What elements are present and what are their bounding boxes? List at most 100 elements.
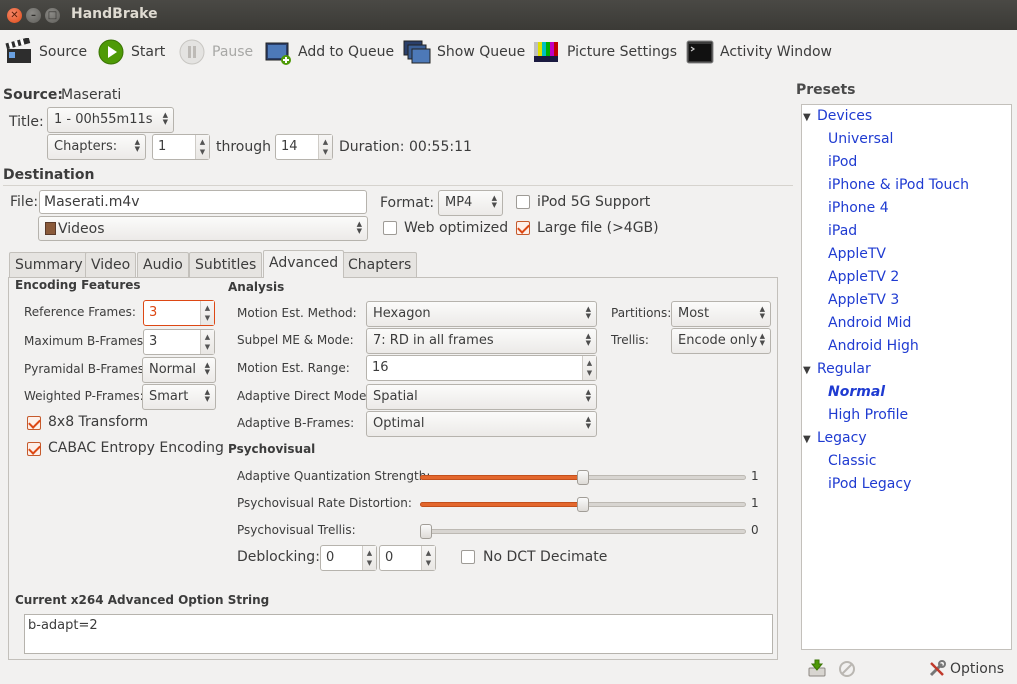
pyramidal-select[interactable]: Normal ▲ ▼	[142, 357, 216, 383]
deblock-alpha-spinner[interactable]: 0 ▲ ▼	[320, 545, 377, 571]
spinner-arrows-icon[interactable]: ▲ ▼	[421, 546, 435, 570]
source-button[interactable]: Source	[5, 36, 87, 68]
psytrellis-value: 0	[751, 523, 759, 537]
deblock-beta-spinner[interactable]: 0 ▲ ▼	[379, 545, 436, 571]
preset-ipod-legacy[interactable]: iPod Legacy	[828, 476, 911, 492]
partitions-value: Most	[678, 306, 710, 321]
preset-appletv[interactable]: AppleTV	[828, 246, 886, 262]
spinner-arrows-icon[interactable]: ▲ ▼	[200, 330, 214, 354]
transform-8x8-checkbox[interactable]	[27, 416, 41, 430]
expander-down-icon[interactable]: ▼	[803, 434, 811, 445]
preset-appletv-3[interactable]: AppleTV 3	[828, 292, 899, 308]
expander-down-icon[interactable]: ▼	[803, 112, 811, 123]
cabac-checkbox[interactable]	[27, 442, 41, 456]
picture-settings-button[interactable]: Picture Settings	[533, 36, 677, 68]
maximize-window-button[interactable]: □	[45, 8, 60, 23]
subpel-select[interactable]: 7: RD in all frames ▲ ▼	[366, 328, 597, 354]
close-window-button[interactable]: ✕	[7, 8, 22, 23]
spinner-arrows-icon[interactable]: ▲ ▼	[200, 301, 214, 325]
max-bframes-spinner[interactable]: 3 ▲ ▼	[143, 329, 215, 355]
preset-ipad[interactable]: iPad	[828, 223, 857, 239]
preset-universal[interactable]: Universal	[828, 131, 893, 147]
spin-arrows-icon: ▲ ▼	[585, 332, 591, 347]
web-optimized-label: Web optimized	[404, 220, 509, 236]
preset-iphone-ipod-touch[interactable]: iPhone & iPod Touch	[828, 177, 969, 193]
spinner-arrows-icon[interactable]: ▲ ▼	[318, 135, 332, 159]
deblock-beta-value: 0	[385, 550, 394, 565]
start-button[interactable]: Start	[97, 36, 165, 68]
me-method-select[interactable]: Hexagon ▲ ▼	[366, 301, 597, 327]
pause-button[interactable]: Pause	[178, 36, 253, 68]
preset-android-mid[interactable]: Android Mid	[828, 315, 911, 331]
weighted-select[interactable]: Smart ▲ ▼	[142, 384, 216, 410]
preset-android-high[interactable]: Android High	[828, 338, 919, 354]
spinner-arrows-icon[interactable]: ▲ ▼	[362, 546, 376, 570]
option-string-textarea[interactable]: b-adapt=2	[24, 614, 773, 654]
spinner-arrows-icon[interactable]: ▲ ▼	[195, 135, 209, 159]
preset-group-regular[interactable]: Regular	[817, 361, 871, 377]
preset-classic[interactable]: Classic	[828, 453, 876, 469]
ref-frames-spinner[interactable]: 3 ▲ ▼	[143, 300, 215, 326]
trellis-select[interactable]: Encode only ▲ ▼	[671, 328, 771, 354]
file-name-input[interactable]: Maserati.m4v	[39, 190, 367, 214]
folder-select[interactable]: Videos ▲ ▼	[38, 216, 368, 241]
format-select[interactable]: MP4 ▲ ▼	[438, 190, 503, 216]
chapter-end-spinner[interactable]: 14 ▲ ▼	[275, 134, 333, 160]
minimize-window-button[interactable]: –	[26, 8, 41, 23]
activity-window-button[interactable]: Activity Window	[686, 36, 832, 68]
spinner-arrows-icon[interactable]: ▲ ▼	[582, 356, 596, 380]
badapt-select[interactable]: Optimal ▲ ▼	[366, 411, 597, 437]
preset-group-legacy[interactable]: Legacy	[817, 430, 867, 446]
preset-appletv-2[interactable]: AppleTV 2	[828, 269, 899, 285]
tab-summary[interactable]: Summary	[9, 252, 89, 277]
spin-arrows-icon: ▲ ▼	[759, 332, 765, 347]
preset-high-profile[interactable]: High Profile	[828, 407, 908, 423]
partitions-select[interactable]: Most ▲ ▼	[671, 301, 771, 327]
cabac-label: CABAC Entropy Encoding	[48, 440, 224, 456]
slider-fill	[420, 475, 583, 480]
me-method-label: Motion Est. Method:	[237, 306, 357, 320]
me-range-spinner[interactable]: 16 ▲ ▼	[366, 355, 597, 381]
spin-arrows-icon: ▲ ▼	[204, 361, 210, 376]
chapter-start-value: 1	[158, 139, 167, 154]
tab-chapters[interactable]: Chapters	[342, 252, 418, 277]
aq-slider[interactable]	[420, 470, 746, 485]
direct-select[interactable]: Spatial ▲ ▼	[366, 384, 597, 410]
preset-normal[interactable]: Normal	[828, 384, 885, 400]
chapter-start-spinner[interactable]: 1 ▲ ▼	[152, 134, 210, 160]
show-queue-button[interactable]: Show Queue	[403, 36, 525, 68]
tab-video[interactable]: Video	[85, 252, 137, 277]
large-file-label: Large file (>4GB)	[537, 220, 659, 236]
show-queue-label: Show Queue	[437, 44, 526, 60]
slider-knob[interactable]	[420, 524, 432, 539]
tab-audio[interactable]: Audio	[137, 252, 189, 277]
tab-subtitles[interactable]: Subtitles	[189, 252, 263, 277]
web-optimized-checkbox[interactable]	[383, 221, 397, 235]
chapter-end-value: 14	[281, 139, 298, 154]
preset-iphone-4[interactable]: iPhone 4	[828, 200, 889, 216]
slider-knob[interactable]	[577, 470, 589, 485]
trellis-label: Trellis:	[611, 333, 649, 347]
tab-advanced[interactable]: Advanced	[263, 250, 345, 278]
large-file-checkbox[interactable]	[516, 221, 530, 235]
title-select[interactable]: 1 - 00h55m11s ▲ ▼	[47, 107, 174, 133]
expander-down-icon[interactable]: ▼	[803, 365, 811, 376]
no-dct-checkbox[interactable]	[461, 550, 475, 564]
presets-options-button[interactable]: Options	[928, 659, 1004, 679]
spin-arrows-icon: ▲ ▼	[585, 388, 591, 403]
color-bars-icon	[533, 38, 561, 66]
slider-knob[interactable]	[577, 497, 589, 512]
activity-window-label: Activity Window	[720, 44, 833, 60]
save-preset-icon[interactable]	[808, 659, 826, 677]
add-to-queue-button[interactable]: Add to Queue	[264, 36, 394, 68]
remove-preset-icon[interactable]	[838, 660, 856, 678]
psytrellis-slider[interactable]	[420, 524, 746, 539]
psyrd-slider[interactable]	[420, 497, 746, 512]
preset-group-devices[interactable]: Devices	[817, 108, 872, 124]
play-icon	[97, 38, 125, 66]
preset-ipod[interactable]: iPod	[828, 154, 857, 170]
chapters-mode-select[interactable]: Chapters: ▲ ▼	[47, 134, 146, 160]
destination-divider	[3, 185, 793, 186]
ipod-5g-checkbox[interactable]	[516, 195, 530, 209]
spin-arrows-icon: ▲ ▼	[585, 415, 591, 430]
